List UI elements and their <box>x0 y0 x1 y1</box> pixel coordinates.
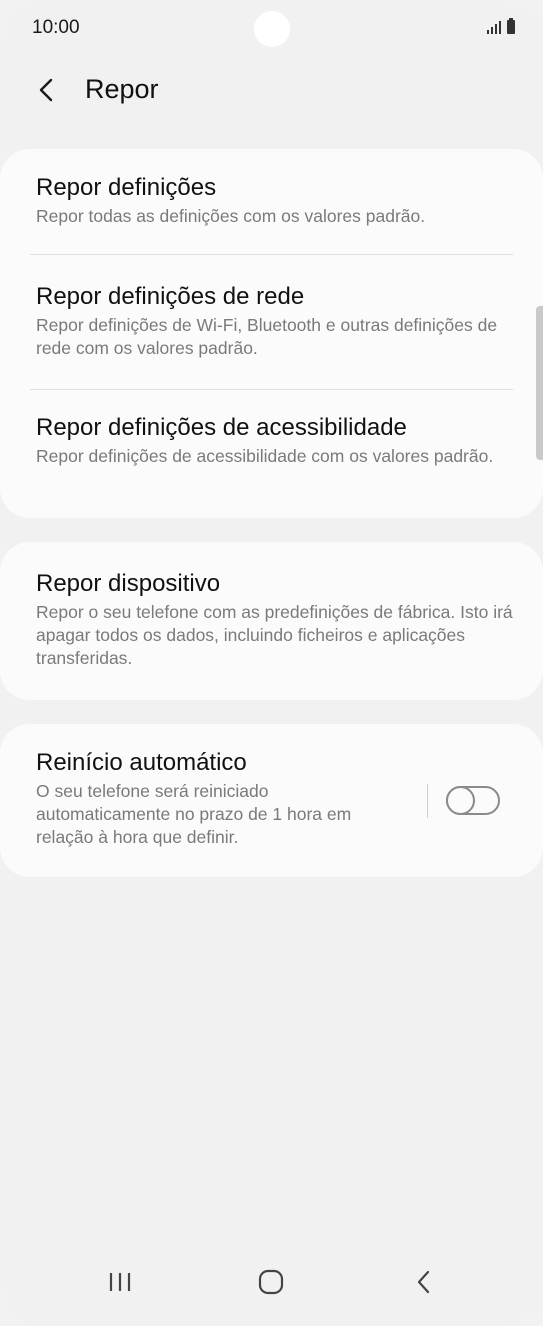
factory-reset-description: Repor o seu telefone com as predefiniçõe… <box>36 602 513 668</box>
factory-reset-item[interactable]: Repor dispositivo Repor o seu telefone c… <box>36 569 513 670</box>
home-button[interactable] <box>241 1260 301 1304</box>
signal-icon <box>487 20 501 34</box>
reset-settings-item[interactable]: Repor definições Repor todas as definiçõ… <box>36 173 513 228</box>
reset-accessibility-settings-description: Repor definições de acessibilidade com o… <box>36 446 494 466</box>
toggle-separator <box>427 784 428 818</box>
toggle-knob <box>446 786 475 815</box>
reset-network-settings-item[interactable]: Repor definições de rede Repor definiçõe… <box>36 282 513 360</box>
auto-restart-title: Reinício automático <box>36 749 247 776</box>
reset-settings-title: Repor definições <box>36 174 217 201</box>
status-time: 10:00 <box>32 17 80 38</box>
auto-restart-card: Reinício automático O seu telefone será … <box>0 724 543 877</box>
factory-reset-title: Repor dispositivo <box>36 570 221 597</box>
reset-settings-description: Repor todas as definições com os valores… <box>36 206 426 226</box>
home-icon <box>258 1269 284 1295</box>
nav-back-button[interactable] <box>394 1260 454 1304</box>
scroll-indicator[interactable] <box>536 306 543 460</box>
factory-reset-card: Repor dispositivo Repor o seu telefone c… <box>0 542 543 700</box>
navigation-bar <box>0 1246 543 1326</box>
back-icon <box>417 1270 430 1294</box>
recent-apps-button[interactable] <box>90 1260 150 1304</box>
chevron-left-icon <box>39 78 53 102</box>
auto-restart-toggle[interactable] <box>446 786 500 815</box>
divider <box>30 389 513 390</box>
auto-restart-item[interactable]: Reinício automático O seu telefone será … <box>36 748 393 849</box>
status-bar: 10:00 <box>0 0 543 58</box>
reset-network-settings-description: Repor definições de Wi-Fi, Bluetooth e o… <box>36 315 498 358</box>
reset-settings-card: Repor definições Repor todas as definiçõ… <box>0 149 543 518</box>
camera-cutout <box>254 11 290 47</box>
app-bar: Repor <box>0 62 543 118</box>
battery-icon <box>507 18 515 34</box>
divider <box>30 254 513 255</box>
back-button[interactable] <box>26 70 66 110</box>
recent-apps-icon <box>109 1273 131 1291</box>
auto-restart-description: O seu telefone será reiniciado automatic… <box>36 781 352 847</box>
screen: 10:00 Repor Repor definições Repor todas… <box>0 0 543 1326</box>
page-title: Repor <box>85 74 159 104</box>
reset-accessibility-settings-item[interactable]: Repor definições de acessibilidade Repor… <box>36 413 513 468</box>
reset-network-settings-title: Repor definições de rede <box>36 283 305 310</box>
status-icons <box>487 18 515 34</box>
reset-accessibility-settings-title: Repor definições de acessibilidade <box>36 414 407 441</box>
